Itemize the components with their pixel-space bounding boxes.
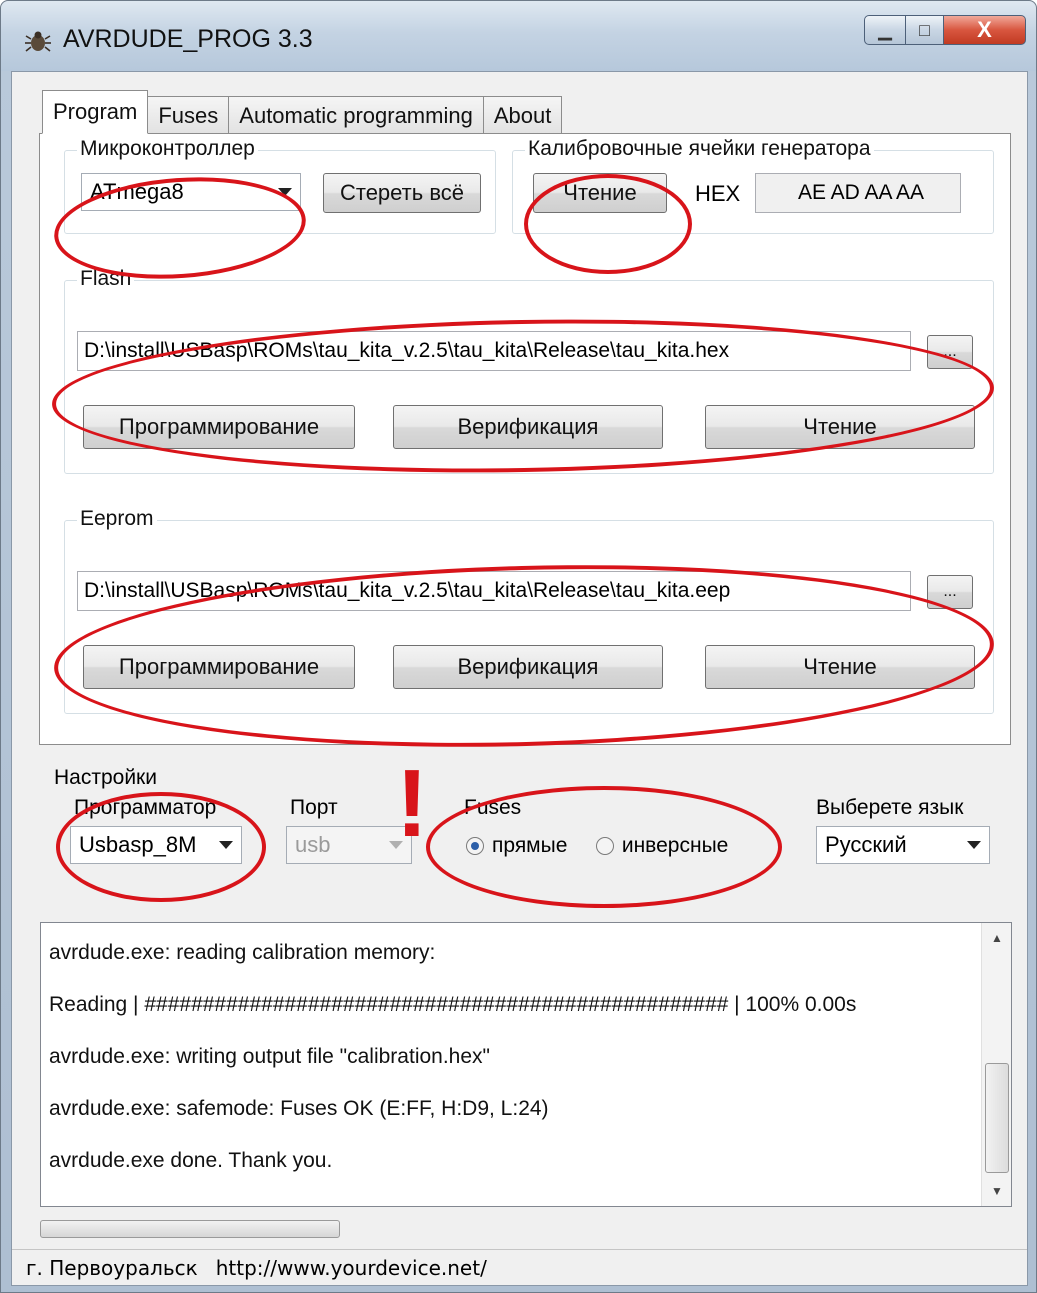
programmer-select-value: Usbasp_8M: [79, 832, 197, 857]
port-select[interactable]: usb: [286, 826, 412, 864]
mcu-group: Микроконтроллер ATmega8 Стереть всё: [64, 137, 496, 234]
fuses-direct-label: прямые: [492, 834, 568, 857]
exclamation-mark: !: [396, 750, 428, 857]
eeprom-verify-button[interactable]: Верификация: [393, 645, 663, 689]
status-bar: г. Первоуральск http://www.yourdevice.ne…: [12, 1249, 1027, 1285]
tab-fuses[interactable]: Fuses: [147, 96, 230, 134]
flash-verify-button[interactable]: Верификация: [393, 405, 663, 449]
language-select[interactable]: Русский: [816, 826, 990, 864]
program-tab-panel: Микроконтроллер ATmega8 Стереть всё Кали…: [39, 133, 1011, 759]
close-button[interactable]: X: [944, 15, 1026, 45]
log-line: avrdude.exe: safemode: Fuses OK (E:FF, H…: [49, 1097, 549, 1120]
chevron-down-icon: [967, 841, 981, 849]
fuses-inverse-label: инверсные: [621, 834, 729, 857]
fuses-mode-label: Fuses: [464, 796, 522, 819]
minimize-icon: ▁: [878, 19, 892, 40]
log-line: Reading | ##############################…: [49, 993, 857, 1016]
fuses-direct-radio[interactable]: прямые: [466, 834, 567, 858]
tab-about[interactable]: About: [482, 96, 563, 134]
maximize-icon: □: [919, 19, 930, 40]
radio-unchecked-icon: [595, 837, 614, 855]
eeprom-group: Eeprom D:\install\USBasp\ROMs\tau_kita_v…: [64, 507, 994, 714]
calibration-hex-value: AE AD AA AA: [755, 173, 961, 213]
flash-group: Flash D:\install\USBasp\ROMs\tau_kita_v.…: [64, 267, 994, 474]
log-line: avrdude.exe: reading calibration memory:: [49, 941, 436, 964]
eeprom-file-path-input[interactable]: D:\install\USBasp\ROMs\tau_kita_v.2.5\ta…: [77, 571, 911, 611]
log-output[interactable]: avrdude.exe: reading calibration memory:…: [40, 922, 1012, 1207]
language-label: Выберете язык: [816, 796, 964, 819]
fuses-inverse-radio[interactable]: инверсные: [595, 834, 729, 858]
scroll-thumb[interactable]: [985, 1063, 1009, 1173]
eeprom-program-button[interactable]: Программирование: [83, 645, 355, 689]
log-line: avrdude.exe done. Thank you.: [49, 1149, 333, 1172]
flash-file-path-input[interactable]: D:\install\USBasp\ROMs\tau_kita_v.2.5\ta…: [77, 331, 911, 371]
hex-label: HEX: [695, 181, 741, 206]
port-select-value: usb: [295, 832, 331, 857]
settings-area: Настройки Программатор Usbasp_8M Порт us…: [22, 756, 1017, 922]
close-icon: X: [977, 17, 992, 42]
eeprom-read-button[interactable]: Чтение: [705, 645, 975, 689]
log-vertical-scrollbar[interactable]: ▲ ▼: [981, 923, 1011, 1206]
title-bar[interactable]: AVRDUDE_PROG 3.3 ▁ □ X: [1, 1, 1036, 71]
calibration-group: Калибровочные ячейки генератора Чтение H…: [512, 137, 994, 234]
scroll-down-icon[interactable]: ▼: [982, 1176, 1011, 1206]
chevron-down-icon: [278, 188, 292, 196]
flash-group-label: Flash: [77, 267, 135, 291]
maximize-button[interactable]: □: [906, 15, 944, 45]
mcu-select-value: ATmega8: [90, 179, 184, 204]
log-line: avrdude.exe: writing output file "calibr…: [49, 1045, 490, 1068]
flash-read-button[interactable]: Чтение: [705, 405, 975, 449]
eeprom-group-label: Eeprom: [77, 507, 157, 531]
status-city: г. Первоуральск: [26, 1255, 198, 1280]
mcu-group-label: Микроконтроллер: [77, 137, 258, 161]
tab-automatic-programming[interactable]: Automatic programming: [228, 96, 484, 134]
client-area: Program Fuses Automatic programming Abou…: [11, 71, 1028, 1286]
app-bug-icon: [25, 31, 51, 52]
scroll-up-icon[interactable]: ▲: [982, 923, 1011, 953]
flash-program-button[interactable]: Программирование: [83, 405, 355, 449]
port-label: Порт: [290, 796, 338, 819]
calibration-read-button[interactable]: Чтение: [533, 173, 667, 213]
app-window: AVRDUDE_PROG 3.3 ▁ □ X Program Fuses Aut…: [0, 0, 1037, 1293]
programmer-label: Программатор: [74, 796, 217, 819]
tab-program[interactable]: Program: [42, 90, 149, 134]
chevron-down-icon: [219, 841, 233, 849]
calibration-group-label: Калибровочные ячейки генератора: [525, 137, 874, 161]
erase-all-button[interactable]: Стереть всё: [323, 173, 481, 213]
horizontal-scroll-thumb[interactable]: [40, 1220, 340, 1238]
mcu-select[interactable]: ATmega8: [81, 173, 301, 211]
minimize-button[interactable]: ▁: [864, 15, 906, 45]
eeprom-browse-button[interactable]: ...: [927, 575, 973, 609]
radio-checked-icon: [466, 837, 484, 855]
status-url: http://www.yourdevice.net/: [215, 1255, 487, 1280]
tab-strip: Program Fuses Automatic programming Abou…: [42, 90, 563, 134]
flash-browse-button[interactable]: ...: [927, 335, 973, 369]
settings-group-label: Настройки: [54, 766, 157, 789]
programmer-select[interactable]: Usbasp_8M: [70, 826, 242, 864]
language-select-value: Русский: [825, 832, 907, 857]
window-title: AVRDUDE_PROG 3.3: [63, 25, 313, 53]
